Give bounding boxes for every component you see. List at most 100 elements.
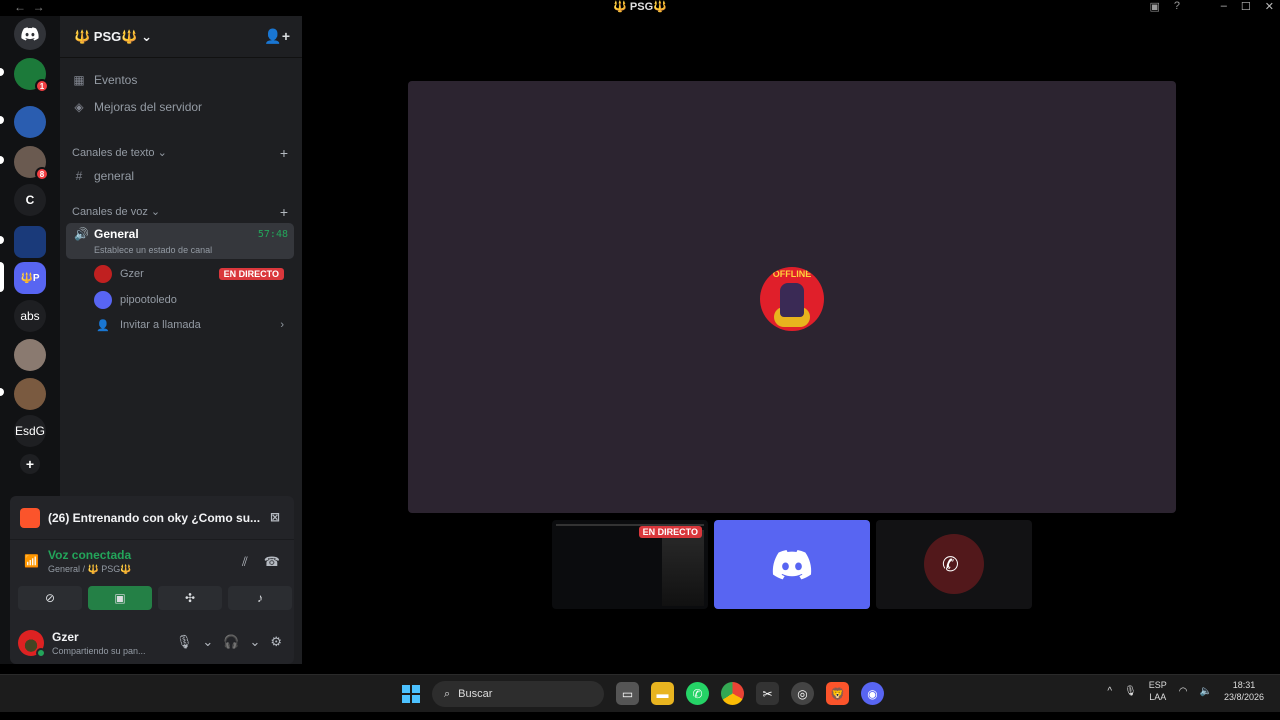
discord-home-icon[interactable] bbox=[14, 18, 46, 50]
person-add-icon: 👤 bbox=[96, 319, 110, 332]
guild-name: 🔱 PSG🔱 bbox=[74, 28, 138, 44]
screen-share-button[interactable]: ▣ bbox=[88, 586, 152, 610]
avatar: OFFLINE bbox=[760, 267, 824, 331]
stream-title: (26) Entrenando con oky ¿Como su... bbox=[48, 510, 261, 525]
window-title: 🔱 PSG🔱 bbox=[613, 1, 667, 13]
brave-icon[interactable]: 🦁 bbox=[826, 682, 849, 705]
phone-icon: ✆ bbox=[942, 554, 959, 576]
brave-icon bbox=[20, 507, 40, 528]
voice-channel-general[interactable]: 🔊 General Establece un estado de canal 5… bbox=[66, 223, 294, 259]
volume-icon[interactable]: 🔈 bbox=[1200, 686, 1212, 697]
start-button[interactable] bbox=[402, 685, 420, 703]
call-stage: OFFLINE EN DIRECTO ✆ bbox=[302, 16, 1280, 664]
lang-top: ESP bbox=[1148, 680, 1167, 690]
stop-stream-icon[interactable]: ⊠ bbox=[270, 510, 280, 524]
invite-label: Invitar a llamada bbox=[120, 319, 201, 331]
invite-to-call[interactable]: 👤 Invitar a llamada › bbox=[94, 314, 290, 336]
speaker-icon: 🔊 bbox=[74, 227, 89, 241]
category-label: Canales de voz bbox=[72, 205, 148, 218]
chevron-down-icon[interactable]: ⌄ bbox=[202, 634, 213, 650]
participant-thumbnail[interactable]: ✆ bbox=[876, 520, 1032, 609]
voice-panel: (26) Entrenando con oky ¿Como su... ⊠ 📶 … bbox=[10, 496, 294, 664]
user-bar: Gzer Compartiendo su pan... 🎙 ⌄ 🎧 ⌄ ⚙ bbox=[18, 626, 288, 660]
notification-badge: 1 bbox=[35, 79, 49, 93]
chevron-down-icon: ⌄ bbox=[141, 28, 152, 44]
noise-suppression-icon[interactable]: ⫽ bbox=[242, 554, 248, 570]
chrome-icon[interactable] bbox=[721, 682, 744, 705]
clock-date: 23/8/2026 bbox=[1223, 692, 1264, 702]
soundboard-button[interactable]: ♪ bbox=[228, 586, 292, 610]
add-server-icon[interactable]: + bbox=[20, 454, 40, 474]
avatar-graphic bbox=[780, 283, 804, 317]
gear-icon[interactable]: ⚙ bbox=[270, 634, 282, 650]
category-voice[interactable]: Canales de voz ⌄ + bbox=[72, 204, 292, 220]
whatsapp-icon[interactable]: ✆ bbox=[686, 682, 709, 705]
discord-taskbar-icon[interactable]: ◉ bbox=[861, 682, 884, 705]
clock[interactable]: 18:31 23/8/2026 bbox=[1224, 679, 1264, 703]
voice-connection-status[interactable]: 📶 Voz conectada General / 🔱 PSG🔱 bbox=[20, 548, 131, 575]
chevron-up-icon[interactable]: ^ bbox=[1107, 686, 1112, 697]
voice-user-name: Gzer bbox=[120, 268, 144, 280]
inbox-icon[interactable]: ▣ bbox=[1149, 0, 1159, 13]
wifi-icon[interactable]: ◠ bbox=[1179, 686, 1188, 697]
channel-status[interactable]: Establece un estado de canal bbox=[94, 245, 212, 255]
task-view-icon[interactable]: ▭ bbox=[616, 682, 639, 705]
voice-user[interactable]: pipootoledo bbox=[94, 289, 290, 311]
language-indicator[interactable]: ESP LAA bbox=[1149, 679, 1167, 703]
sidebar-item-eventos[interactable]: ▦ Eventos bbox=[72, 68, 292, 92]
hash-icon: # bbox=[75, 169, 83, 183]
close-button[interactable]: ✕ bbox=[1265, 0, 1274, 13]
activities-button[interactable]: ✣ bbox=[158, 586, 222, 610]
voice-user[interactable]: Gzer EN DIRECTO bbox=[94, 263, 290, 285]
file-explorer-icon[interactable]: ▬ bbox=[651, 682, 674, 705]
user-name[interactable]: Gzer bbox=[52, 630, 79, 644]
avatar bbox=[94, 265, 112, 283]
minimize-button[interactable]: – bbox=[1221, 0, 1227, 13]
add-channel-icon[interactable]: + bbox=[280, 145, 288, 161]
capcut-icon[interactable]: ✂ bbox=[756, 682, 779, 705]
headphones-icon[interactable]: 🎧 bbox=[223, 634, 239, 650]
category-label: Canales de texto bbox=[72, 146, 155, 159]
app-icon[interactable]: ◎ bbox=[791, 682, 814, 705]
stream-source[interactable]: (26) Entrenando con oky ¿Como su... ⊠ bbox=[10, 496, 294, 540]
sidebar-item-mejoras[interactable]: ◈ Mejoras del servidor bbox=[72, 95, 292, 119]
invite-people-icon[interactable]: 👤+ bbox=[264, 28, 290, 45]
maximize-button[interactable]: ☐ bbox=[1241, 0, 1251, 13]
live-badge: EN DIRECTO bbox=[638, 526, 702, 538]
server-icon[interactable]: 1 bbox=[14, 58, 49, 93]
server-icon[interactable]: abs bbox=[14, 300, 46, 332]
screen-share-icon: ▣ bbox=[114, 591, 126, 605]
server-icon[interactable] bbox=[14, 339, 46, 371]
sidebar-item-label: Mejoras del servidor bbox=[94, 100, 203, 114]
microphone-icon[interactable]: 🎙 bbox=[1124, 686, 1137, 697]
channel-label: general bbox=[94, 169, 135, 183]
main-video-tile[interactable]: OFFLINE bbox=[408, 81, 1176, 513]
microphone-icon[interactable]: 🎙 bbox=[176, 634, 193, 650]
avatar bbox=[94, 291, 112, 309]
camera-button[interactable]: ⊘ bbox=[18, 586, 82, 610]
voice-user-name: pipootoledo bbox=[120, 294, 177, 306]
participant-thumbnail[interactable] bbox=[714, 520, 870, 609]
server-icon[interactable] bbox=[14, 226, 46, 258]
chevron-down-icon: ⌄ bbox=[157, 147, 167, 159]
chevron-down-icon[interactable]: ⌄ bbox=[249, 634, 260, 650]
guild-header[interactable]: 🔱 PSG🔱 ⌄ 👤+ bbox=[60, 16, 302, 58]
server-icon[interactable] bbox=[14, 106, 46, 138]
server-icon[interactable]: EsdG bbox=[14, 415, 46, 447]
channel-general[interactable]: # general bbox=[72, 164, 292, 188]
help-icon[interactable]: ? bbox=[1174, 0, 1180, 13]
category-text[interactable]: Canales de texto ⌄ + bbox=[72, 145, 292, 161]
search-icon: ⌕ bbox=[444, 687, 451, 700]
server-icon[interactable] bbox=[14, 378, 46, 410]
add-channel-icon[interactable]: + bbox=[280, 204, 288, 220]
taskbar-search[interactable]: ⌕ Buscar bbox=[432, 681, 604, 707]
server-icon[interactable]: 8 bbox=[14, 146, 49, 181]
unread-pill bbox=[0, 68, 4, 76]
unread-pill bbox=[0, 236, 4, 244]
disconnect-icon[interactable]: ☎ bbox=[264, 554, 280, 570]
server-icon-psg[interactable]: 🔱P bbox=[14, 262, 46, 294]
user-status: Compartiendo su pan... bbox=[52, 646, 146, 656]
server-icon[interactable]: C bbox=[14, 184, 46, 216]
signal-icon: 📶 bbox=[24, 554, 39, 568]
stream-thumbnail[interactable]: EN DIRECTO bbox=[552, 520, 708, 609]
